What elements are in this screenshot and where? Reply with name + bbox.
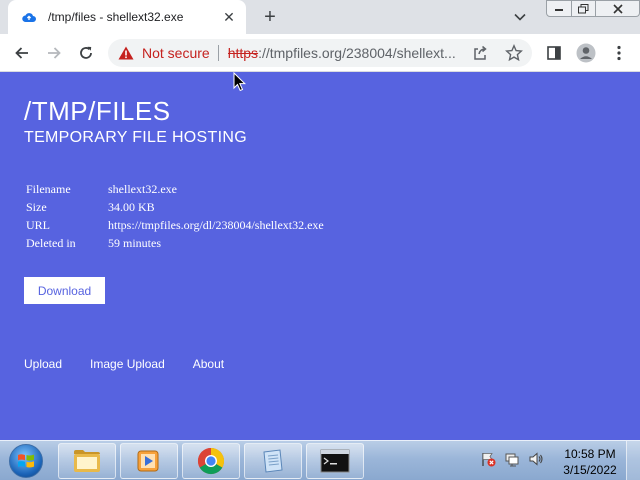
reload-icon[interactable] <box>73 40 99 66</box>
chrome-icon <box>197 447 225 475</box>
info-row: Deleted in 59 minutes <box>24 236 324 254</box>
side-panel-icon[interactable] <box>541 40 567 66</box>
info-value: 34.00 KB <box>108 200 155 214</box>
tab-strip: /tmp/files - shellext32.exe ✕ + <box>0 0 640 34</box>
tab-search-chevron-icon[interactable] <box>510 9 530 25</box>
notepad-icon <box>263 449 283 473</box>
footer-links: Upload Image Upload About <box>24 357 252 371</box>
taskbar-command-prompt[interactable] <box>306 443 364 479</box>
more-menu-icon[interactable] <box>606 40 632 66</box>
command-prompt-icon <box>320 449 350 473</box>
windows-logo-icon <box>9 444 43 478</box>
back-arrow-icon[interactable] <box>9 40 35 66</box>
url-rest: ://tmpfiles.org/238004/shellext... <box>258 45 456 61</box>
clock-date: 3/15/2022 <box>563 463 617 477</box>
warning-triangle-icon[interactable] <box>118 45 134 61</box>
taskbar-explorer[interactable] <box>58 443 116 479</box>
window-close-button[interactable] <box>596 0 640 17</box>
show-desktop-button[interactable] <box>626 441 640 480</box>
info-row: Filename shellext32.exe <box>24 182 324 200</box>
browser-tab[interactable]: /tmp/files - shellext32.exe ✕ <box>8 0 246 34</box>
page-content: /TMP/FILES TEMPORARY FILE HOSTING Filena… <box>0 72 640 440</box>
windows-taskbar: 10:58 PM 3/15/2022 <box>0 440 640 480</box>
omnibox-separator <box>217 45 219 61</box>
minimize-button[interactable] <box>546 0 572 17</box>
info-key: URL <box>26 218 50 232</box>
action-center-flag-icon[interactable] <box>480 451 496 467</box>
restore-button[interactable] <box>572 0 596 17</box>
url-scheme: https <box>227 45 259 61</box>
url-text[interactable]: https://tmpfiles.org/238004/shellext... <box>228 45 464 61</box>
footer-link-upload[interactable]: Upload <box>24 357 62 371</box>
taskbar-clock[interactable]: 10:58 PM 3/15/2022 <box>560 446 620 478</box>
tab-close-icon[interactable]: ✕ <box>220 8 238 26</box>
address-bar[interactable]: Not secure https://tmpfiles.org/238004/s… <box>108 39 532 67</box>
mouse-cursor-icon <box>233 71 247 92</box>
clock-time: 10:58 PM <box>564 447 616 461</box>
info-key: Size <box>26 200 47 214</box>
network-icon[interactable] <box>504 451 520 467</box>
info-row: Size 34.00 KB <box>24 200 324 218</box>
taskbar-media-player[interactable] <box>120 443 178 479</box>
forward-arrow-icon[interactable] <box>41 40 67 66</box>
footer-link-image-upload[interactable]: Image Upload <box>90 357 165 371</box>
info-value: 59 minutes <box>108 236 161 250</box>
bookmark-star-icon[interactable] <box>505 44 523 62</box>
window-controls <box>546 0 640 18</box>
info-row: URL https://tmpfiles.org/dl/238004/shell… <box>24 218 324 236</box>
not-secure-label[interactable]: Not secure <box>142 45 210 61</box>
info-key: Filename <box>26 182 71 196</box>
site-subtitle: TEMPORARY FILE HOSTING <box>24 129 247 146</box>
profile-avatar-icon[interactable] <box>573 40 599 66</box>
new-tab-button[interactable]: + <box>258 6 282 28</box>
taskbar-chrome[interactable] <box>182 443 240 479</box>
start-button[interactable] <box>4 442 48 480</box>
folder-icon <box>74 450 100 472</box>
info-key: Deleted in <box>26 236 76 250</box>
taskbar-notepad[interactable] <box>244 443 302 479</box>
info-value: shellext32.exe <box>108 182 177 196</box>
footer-link-about[interactable]: About <box>193 357 224 371</box>
download-button[interactable]: Download <box>24 277 105 304</box>
file-info-table: Filename shellext32.exe Size 34.00 KB UR… <box>24 182 324 254</box>
share-icon[interactable] <box>472 45 488 61</box>
volume-icon[interactable] <box>528 451 544 467</box>
browser-toolbar: Not secure https://tmpfiles.org/238004/s… <box>0 34 640 72</box>
info-value-url[interactable]: https://tmpfiles.org/dl/238004/shellext3… <box>106 218 324 236</box>
media-player-icon <box>137 450 159 472</box>
system-tray <box>480 451 552 467</box>
cloud-upload-icon <box>22 10 36 24</box>
site-title[interactable]: /TMP/FILES <box>24 96 171 127</box>
tab-title: /tmp/files - shellext32.exe <box>48 10 184 24</box>
